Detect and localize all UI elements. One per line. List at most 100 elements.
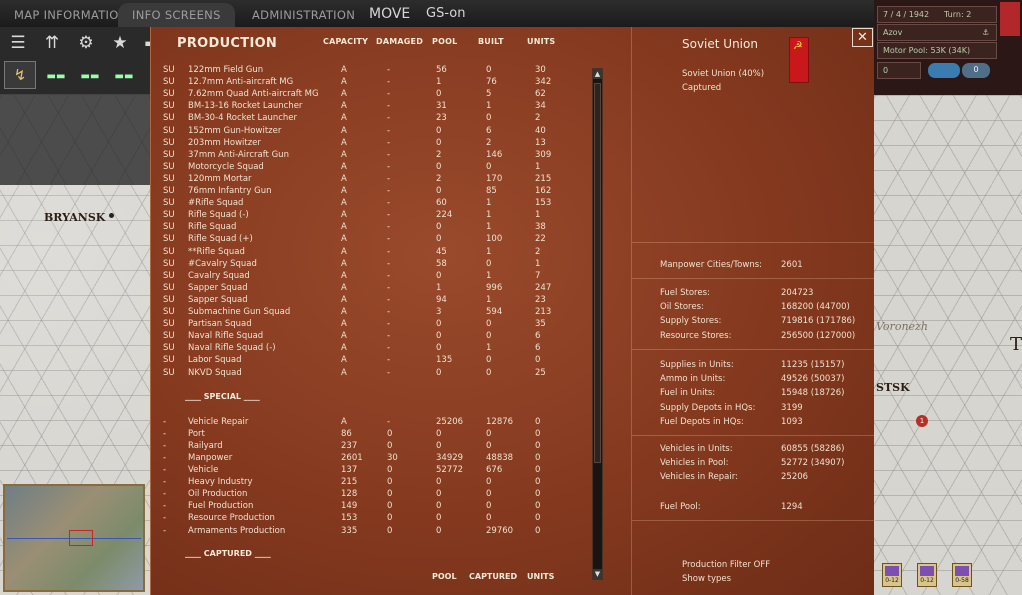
- scroll-thumb[interactable]: [594, 83, 601, 463]
- show-types-toggle[interactable]: Show types: [682, 574, 731, 584]
- cell-damaged: 0: [387, 428, 393, 439]
- table-row[interactable]: - Railyard 237 0 0 0 0: [151, 441, 591, 453]
- table-row[interactable]: SU 122mm Field Gun A - 56 0 30: [151, 65, 591, 77]
- table-row[interactable]: SU Rifle Squad (-) A - 224 1 1: [151, 210, 591, 222]
- table-row[interactable]: SU #Rifle Squad A - 60 1 153: [151, 198, 591, 210]
- unit-counter[interactable]: 0-12: [917, 563, 937, 587]
- stat-value: 11235 (15157): [781, 360, 845, 370]
- table-row[interactable]: - Port 86 0 0 0 0: [151, 429, 591, 441]
- cell-built: 0: [486, 440, 492, 451]
- table-row[interactable]: SU #Cavalry Squad A - 58 0 1: [151, 259, 591, 271]
- table-row[interactable]: - Manpower 2601 30 34929 48838 0: [151, 453, 591, 465]
- table-row[interactable]: SU Rifle Squad A - 0 1 38: [151, 222, 591, 234]
- toggle-button[interactable]: [928, 63, 960, 78]
- value-field[interactable]: 0: [877, 62, 921, 79]
- stat-value: 52772 (34907): [781, 458, 845, 469]
- minimap-viewport[interactable]: [69, 530, 93, 546]
- ground-units-icon[interactable]: ⇈: [38, 30, 66, 56]
- cell-nation: -: [163, 501, 167, 512]
- cell-name: 12.7mm Anti-aircraft MG: [188, 77, 294, 88]
- stat-label: Fuel in Units:: [660, 388, 716, 399]
- table-row[interactable]: - Vehicle 137 0 52772 676 0: [151, 465, 591, 477]
- stat-row: Supply Depots in HQs: 3199: [660, 403, 860, 416]
- cell-damaged: 0: [387, 489, 393, 500]
- cell-nation: SU: [163, 113, 175, 124]
- cell-name: Labor Squad: [188, 355, 242, 366]
- scroll-up-button[interactable]: ▲: [593, 69, 602, 79]
- gear-icon[interactable]: ⚙: [72, 30, 100, 56]
- cell-nation: SU: [163, 343, 175, 354]
- unit-counter[interactable]: 0-12: [882, 563, 902, 587]
- table-row[interactable]: - Heavy Industry 215 0 0 0 0: [151, 477, 591, 489]
- cell-damaged: -: [387, 343, 391, 354]
- cell-nation: -: [163, 416, 167, 427]
- stat-label: Supply Depots in HQs:: [660, 402, 756, 413]
- table-row[interactable]: SU Cavalry Squad A - 0 1 7: [151, 271, 591, 283]
- air-units-icon[interactable]: ☰: [4, 30, 32, 56]
- cell-name: Sapper Squad: [188, 294, 248, 305]
- minimap[interactable]: [3, 484, 145, 592]
- col-header-capacity[interactable]: CAPACITY: [323, 37, 368, 46]
- table-row[interactable]: SU Submachine Gun Squad A - 3 594 213: [151, 307, 591, 319]
- nation-share[interactable]: Soviet Union (40%): [682, 69, 764, 79]
- table-row[interactable]: SU Motorcycle Squad A - 0 0 1: [151, 162, 591, 174]
- col-header-built[interactable]: BUILT: [478, 37, 504, 46]
- production-scrollbar[interactable]: ▲ ▼: [592, 68, 603, 580]
- table-row[interactable]: - Vehicle Repair A - 25206 12876 0: [151, 417, 591, 429]
- table-row[interactable]: SU 12.7mm Anti-aircraft MG A - 1 76 342: [151, 77, 591, 89]
- scroll-down-button[interactable]: ▼: [593, 569, 602, 579]
- col-header-pool[interactable]: POOL: [432, 37, 457, 46]
- unit-marker[interactable]: 1: [916, 415, 928, 427]
- table-row[interactable]: SU 203mm Howitzer A - 0 2 13: [151, 138, 591, 150]
- col-header-damaged[interactable]: DAMAGED: [376, 37, 423, 46]
- star-icon[interactable]: ★: [106, 30, 134, 56]
- cell-units: 6: [535, 343, 541, 354]
- gs-status-label[interactable]: GS-on: [426, 6, 465, 21]
- table-row[interactable]: SU 152mm Gun-Howitzer A - 0 6 40: [151, 126, 591, 138]
- table-row[interactable]: SU Naval Rifle Squad A - 0 0 6: [151, 331, 591, 343]
- cell-nation: SU: [163, 331, 175, 342]
- cell-name: 152mm Gun-Howitzer: [188, 125, 282, 136]
- table-row[interactable]: - Armaments Production 335 0 0 29760 0: [151, 526, 591, 538]
- table-row[interactable]: - Fuel Production 149 0 0 0 0: [151, 501, 591, 513]
- table-row[interactable]: SU Sapper Squad A - 94 1 23: [151, 295, 591, 307]
- cell-pool: 0: [436, 137, 442, 148]
- tab-administration[interactable]: ADMINISTRATION: [238, 3, 369, 27]
- cell-damaged: -: [387, 355, 391, 366]
- table-row[interactable]: SU Rifle Squad (+) A - 0 100 22: [151, 234, 591, 246]
- map-area-right[interactable]: [874, 95, 1022, 595]
- table-row[interactable]: SU 7.62mm Quad Anti-aircraft MG A - 0 5 62: [151, 89, 591, 101]
- stat-row: Fuel in Units: 15948 (18726): [660, 388, 860, 401]
- ship-icon[interactable]: ▬▬: [76, 64, 104, 90]
- stat-value: 3199: [781, 402, 803, 413]
- table-row[interactable]: SU NKVD Squad A - 0 0 25: [151, 368, 591, 380]
- table-row[interactable]: SU BM-13-16 Rocket Launcher A - 31 1 34: [151, 101, 591, 113]
- cell-name: 203mm Howitzer: [188, 137, 261, 148]
- path-icon[interactable]: ↯: [4, 61, 36, 89]
- close-button[interactable]: ✕: [852, 28, 873, 47]
- cell-damaged: -: [387, 222, 391, 233]
- table-row[interactable]: SU Partisan Squad A - 0 0 35: [151, 319, 591, 331]
- tab-info-screens[interactable]: INFO SCREENS: [118, 3, 235, 27]
- production-filter-toggle[interactable]: Production Filter OFF: [682, 560, 770, 570]
- table-row[interactable]: SU Sapper Squad A - 1 996 247: [151, 283, 591, 295]
- stat-value: 1093: [781, 416, 803, 427]
- stat-label: Supply Stores:: [660, 316, 722, 327]
- ship-icon[interactable]: ▬▬: [42, 64, 70, 90]
- table-row[interactable]: - Resource Production 153 0 0 0 0: [151, 513, 591, 525]
- cell-units: 38: [535, 222, 546, 233]
- table-row[interactable]: SU 37mm Anti-Aircraft Gun A - 2 146 309: [151, 150, 591, 162]
- table-row[interactable]: SU **Rifle Squad A - 45 1 2: [151, 247, 591, 259]
- table-row[interactable]: SU Naval Rifle Squad (-) A - 0 1 6: [151, 343, 591, 355]
- table-row[interactable]: SU Labor Squad A - 135 0 0: [151, 355, 591, 367]
- table-row[interactable]: - Oil Production 128 0 0 0 0: [151, 489, 591, 501]
- ship-icon[interactable]: ▬▬: [110, 64, 138, 90]
- captured-link[interactable]: Captured: [682, 83, 721, 93]
- cell-built: 1: [486, 246, 492, 257]
- table-row[interactable]: SU 76mm Infantry Gun A - 0 85 162: [151, 186, 591, 198]
- col-header-units[interactable]: UNITS: [527, 37, 555, 46]
- table-row[interactable]: SU 120mm Mortar A - 2 170 215: [151, 174, 591, 186]
- unit-counter[interactable]: 0-58: [952, 563, 972, 587]
- table-row[interactable]: SU BM-30-4 Rocket Launcher A - 23 0 2: [151, 113, 591, 125]
- toggle-button-value[interactable]: 0: [962, 63, 990, 78]
